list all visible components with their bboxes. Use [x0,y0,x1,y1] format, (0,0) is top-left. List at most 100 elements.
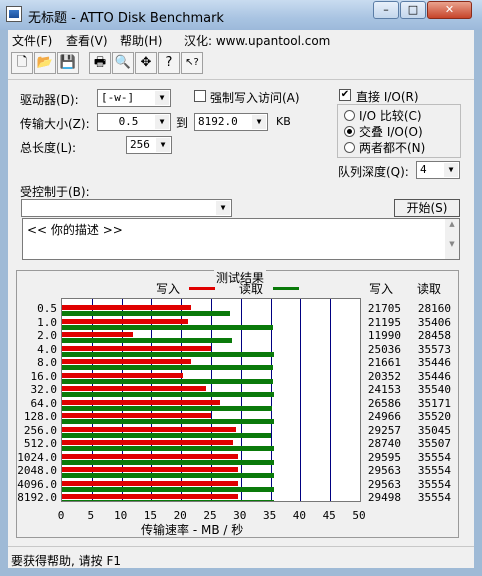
read-value: 35554 [417,450,451,464]
write-value: 29498 [367,491,401,504]
x-tick-label: 5 [87,509,95,522]
transfer-size-row-label: 16.0 [30,369,58,383]
io-mode-group: I/O 比较(C) 交叠 I/O(O) 两者都不(N) [337,104,461,158]
save-icon[interactable]: 💾 [57,52,79,74]
menu-localized[interactable]: 汉化: www.upantool.com [184,32,330,50]
write-value: 20352 [367,369,401,383]
x-tick-label: 10 [113,509,128,522]
write-bar [62,318,189,324]
print-preview-icon[interactable]: 🔍 [112,52,134,74]
read-bar [62,500,274,501]
x-tick-label: 35 [262,509,277,522]
status-text: 要获得帮助, 请按 F1 [11,554,121,568]
read-bar [62,432,271,438]
start-button[interactable]: 开始(S) [394,199,460,217]
read-value: 35540 [417,383,451,396]
chevron-down-icon: ▼ [216,201,230,215]
write-bar [62,467,239,472]
write-value: 29563 [367,464,401,477]
read-value: 35507 [417,437,451,450]
transfer-size-row-label: 1024.0 [17,450,57,464]
transfer-size-row-label: 1.0 [37,315,57,329]
read-bar [62,459,274,465]
transfer-size-row-label: 128.0 [23,410,57,423]
read-column-header: 读取 [417,282,442,296]
read-bar [62,473,274,478]
read-bar [62,338,232,343]
total-length-select[interactable]: 256 MB ▼ [126,136,172,154]
write-value: 11990 [367,329,401,342]
write-bar [62,372,184,378]
write-bar [62,399,221,405]
overlapped-io-radio[interactable] [344,126,355,137]
print-icon[interactable]: 🖶 [89,52,111,74]
drive-select[interactable]: [-w-] ▼ [97,89,171,107]
write-value: 26586 [367,396,401,410]
transfer-size-label: 传输大小(Z): [20,117,90,131]
neither-radio[interactable] [344,142,355,153]
read-value: 35554 [417,477,451,491]
transfer-size-row-label: 4096.0 [17,477,57,491]
read-value: 35406 [417,315,451,329]
queue-depth-label: 队列深度(Q): [338,165,409,179]
transfer-size-row-label: 8.0 [37,356,57,369]
write-value: 24966 [367,410,401,423]
read-bar [62,324,274,330]
close-button[interactable]: ✕ [427,1,472,19]
write-value: 21661 [367,356,401,369]
write-value: 28740 [367,437,401,450]
open-folder-icon[interactable]: 📂 [34,52,56,74]
new-document-icon[interactable]: 🗋 [11,52,33,74]
write-column-header: 写入 [369,282,394,296]
write-value: 24153 [367,383,401,396]
write-bar [62,440,234,445]
write-legend-swatch [189,287,215,290]
menu-view[interactable]: 查看(V) [66,32,108,50]
io-compare-radio[interactable] [344,110,355,121]
window-title: 无标题 - ATTO Disk Benchmark [28,11,224,26]
to-label: 到 [176,116,189,130]
write-bar [62,386,206,391]
maximize-button[interactable]: □ [400,1,426,19]
description-text: << 你的描述 >> [27,223,123,237]
write-bar [62,494,238,499]
move-icon[interactable]: ✥ [135,52,157,74]
write-value: 21705 [367,302,401,315]
read-bar [62,446,274,451]
read-bar [62,378,274,384]
read-bar [62,351,274,357]
x-tick-label: 40 [292,509,307,522]
x-tick-label: 25 [203,509,217,522]
context-help-icon[interactable]: ↖? [181,52,203,74]
total-length-label: 总长度(L): [20,141,77,155]
x-tick-label: 0 [57,509,65,522]
transfer-to-select[interactable]: 8192.0 ▼ [194,113,268,131]
read-value: 28160 [417,302,451,315]
menu-help[interactable]: 帮助(H) [120,32,162,50]
grid-line [330,299,331,501]
transfer-size-row-label: 256.0 [23,423,57,437]
toolbar-divider [8,79,474,80]
description-memo[interactable]: << 你的描述 >> ▲ ▼ [22,218,460,260]
chevron-down-icon: ▼ [444,163,458,177]
transfer-size-row-label: 2.0 [37,329,57,342]
menu-file[interactable]: 文件(F) [12,32,52,50]
direct-io-checkbox[interactable]: ✔ [339,89,351,101]
chart-plot-area [61,298,361,502]
memo-scrollbar[interactable]: ▲ ▼ [445,219,459,259]
write-bar [62,359,192,364]
x-tick-label: 15 [143,509,158,522]
write-value: 25036 [367,342,401,356]
x-axis-label: 传输速率 - MB / 秒 [141,523,244,537]
transfer-size-row-label: 32.0 [30,383,58,396]
read-bar [62,419,274,424]
transfer-from-select[interactable]: 0.5 ▼ [97,113,171,131]
help-icon[interactable]: ? [158,52,180,74]
controlled-by-select[interactable]: ▼ [21,199,232,217]
x-tick-label: 45 [322,509,336,522]
force-write-checkbox[interactable] [194,90,206,102]
write-value: 29257 [367,423,401,437]
minimize-button[interactable]: – [373,1,399,19]
queue-depth-select[interactable]: 4 ▼ [416,161,460,179]
controlled-by-label: 受控制于(B): [20,185,90,199]
